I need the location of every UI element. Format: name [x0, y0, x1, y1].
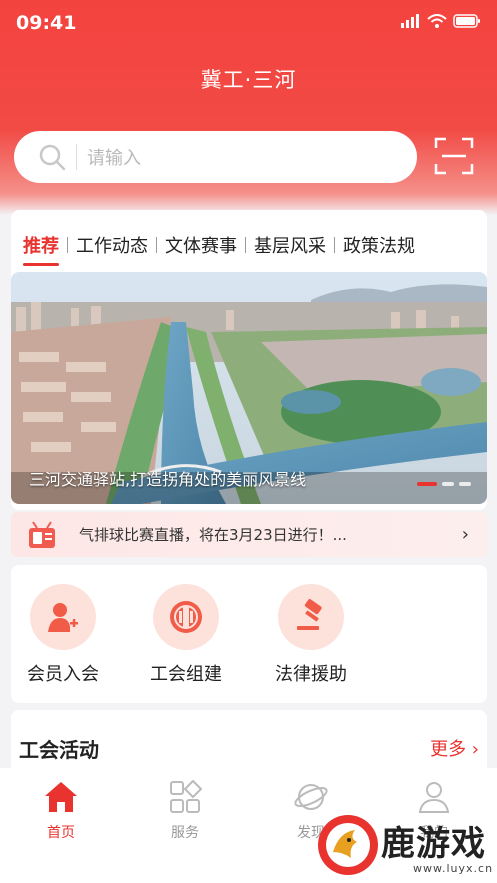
tab-recommend[interactable]: 推荐: [15, 232, 67, 266]
watermark-url: www.luyx.cn: [413, 862, 494, 875]
app-title: 冀工·三河: [200, 68, 297, 92]
signal-icon: [401, 14, 419, 28]
search-bar[interactable]: 请输入: [14, 131, 417, 183]
more-link[interactable]: 更多 ›: [430, 735, 479, 761]
union-emblem-icon: [153, 584, 219, 650]
banner-caption: 三河交通驿站,打造拐角处的美丽风景线: [29, 470, 307, 489]
tab-grassroots[interactable]: 基层风采: [246, 232, 334, 258]
planet-icon: [294, 784, 328, 810]
status-time: 09:41: [16, 12, 77, 34]
tab-work-news[interactable]: 工作动态: [68, 232, 156, 258]
chevron-right-icon[interactable]: ›: [462, 524, 469, 545]
service-label: 工会组建: [150, 664, 222, 685]
carousel-dot[interactable]: [459, 482, 471, 486]
tabbar-label: 首页: [47, 825, 75, 841]
notice-bar[interactable]: 气排球比赛直播，将在3月23日进行！... ›: [11, 512, 487, 557]
member-join-icon: [30, 584, 96, 650]
tab-policy[interactable]: 政策法规: [335, 232, 423, 258]
carousel-dot[interactable]: [442, 482, 454, 486]
carousel-dot[interactable]: [417, 482, 437, 486]
category-tabs: 推荐 工作动态 文体赛事 基层风采 政策法规: [15, 230, 423, 266]
service-grid: 会员入会 工会组建 法律援助: [11, 565, 487, 703]
scan-icon[interactable]: [434, 136, 474, 176]
tab-sports-culture[interactable]: 文体赛事: [157, 232, 245, 258]
broadcast-icon: [29, 520, 55, 548]
service-member-join[interactable]: 会员入会: [17, 584, 109, 686]
service-legal-aid[interactable]: 法律援助: [265, 584, 357, 686]
watermark: 鹿游戏 www.luyx.cn: [315, 812, 497, 883]
search-divider: [76, 144, 77, 170]
status-bar: 09:41: [16, 10, 481, 36]
gavel-icon: [278, 584, 344, 650]
carousel-indicator: [417, 482, 471, 486]
service-union-build[interactable]: 工会组建: [140, 584, 232, 686]
user-icon: [418, 782, 450, 813]
wifi-icon: [427, 14, 447, 28]
section-title: 工会活动: [19, 738, 99, 762]
news-card: 推荐 工作动态 文体赛事 基层风采 政策法规 三河交通驿站,打造拐角处的美丽风景…: [11, 210, 487, 510]
grid-icon: [170, 779, 203, 813]
service-label: 会员入会: [27, 664, 99, 685]
home-icon: [45, 782, 77, 812]
tabbar-label: 服务: [171, 825, 199, 841]
tabbar-home[interactable]: 首页: [21, 780, 101, 842]
battery-icon: [453, 14, 480, 28]
search-input[interactable]: 请输入: [87, 144, 141, 170]
search-icon: [39, 144, 66, 171]
notice-text: 气排球比赛直播，将在3月23日进行！...: [79, 526, 347, 544]
tabbar-service[interactable]: 服务: [145, 779, 225, 842]
watermark-text: 鹿游戏: [381, 824, 486, 864]
deer-logo-icon: [318, 815, 378, 875]
service-label: 法律援助: [275, 664, 347, 685]
banner-carousel[interactable]: 三河交通驿站,打造拐角处的美丽风景线: [11, 272, 487, 504]
